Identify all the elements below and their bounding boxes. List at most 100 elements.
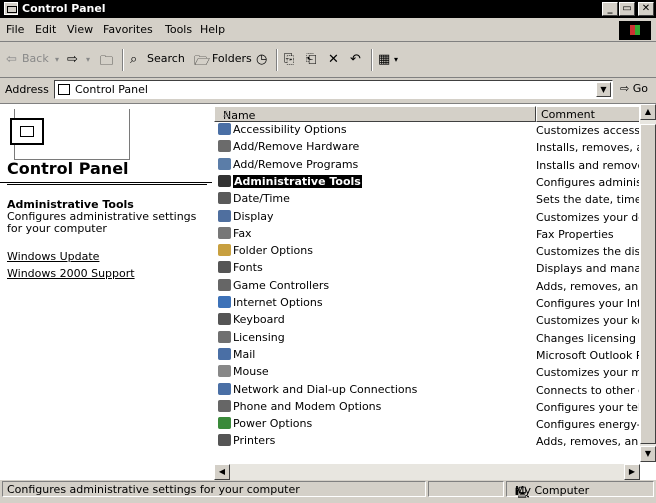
column-header-name[interactable]: Name △: [214, 106, 536, 122]
sort-ascending-icon: △: [223, 109, 230, 119]
scroll-right-button[interactable]: ▶: [624, 464, 640, 480]
item-comment: Changes licensing o...: [536, 331, 640, 345]
list-item[interactable]: Fonts Displays and manag...: [214, 260, 640, 277]
toolbar-separator: [122, 49, 124, 71]
toolbar-separator: [371, 49, 373, 71]
column-header-comment[interactable]: Comment: [536, 106, 640, 122]
close-button[interactable]: ✕: [638, 2, 654, 16]
menu-favorites[interactable]: Favorites: [103, 23, 153, 36]
control-panel-icon: [4, 2, 18, 15]
fonts-icon: [218, 261, 231, 274]
folders-icon[interactable]: 🗁: [194, 52, 210, 74]
go-label: Go: [632, 82, 648, 95]
vertical-scrollbar[interactable]: ▲ ▼: [639, 104, 656, 462]
item-comment: Connects to other c...: [536, 383, 640, 397]
list-item[interactable]: Add/Remove Hardware Installs, removes, a.…: [214, 139, 640, 156]
list-item[interactable]: Game Controllers Adds, removes, an...: [214, 278, 640, 295]
item-name: Mouse: [233, 365, 269, 379]
item-comment: Customizes the disp...: [536, 245, 640, 259]
windows-logo-icon: [619, 21, 651, 40]
views-icon[interactable]: ▦: [378, 52, 390, 67]
address-field[interactable]: Control Panel ▼: [54, 80, 613, 99]
horizontal-scrollbar[interactable]: ◀ ▶: [214, 464, 640, 480]
scroll-down-button[interactable]: ▼: [640, 446, 656, 462]
list-item[interactable]: Network and Dial-up Connections Connects …: [214, 382, 640, 399]
accessibility-icon: [218, 123, 231, 135]
list-item[interactable]: Power Options Configures energy-...: [214, 416, 640, 433]
history-icon[interactable]: ◷: [256, 52, 267, 67]
minimize-button[interactable]: _: [602, 2, 618, 16]
views-dropdown-icon[interactable]: ▾: [394, 55, 398, 64]
scroll-left-button[interactable]: ◀: [214, 464, 230, 480]
menu-file[interactable]: File: [6, 23, 24, 36]
printer-icon: [218, 434, 231, 447]
go-button[interactable]: ⇨ Go: [620, 82, 648, 95]
item-comment: Displays and manag...: [536, 262, 640, 276]
list-item[interactable]: Add/Remove Programs Installs and remove..…: [214, 157, 640, 174]
list-item[interactable]: Fax Fax Properties: [214, 226, 640, 243]
scroll-thumb[interactable]: [640, 124, 656, 444]
menu-tools[interactable]: Tools: [165, 23, 192, 36]
list-item[interactable]: Licensing Changes licensing o...: [214, 330, 640, 347]
search-icon[interactable]: ⌕: [130, 52, 137, 67]
menu-bar: File Edit View Favorites Tools Help: [0, 19, 656, 42]
back-arrow-icon[interactable]: ⇦: [6, 52, 17, 67]
list-item[interactable]: Accessibility Options Customizes accessi.…: [214, 122, 640, 139]
item-name-cell: Phone and Modem Options: [218, 399, 381, 415]
list-item[interactable]: Keyboard Customizes your ke...: [214, 312, 640, 329]
item-comment: Customizes your mo...: [536, 366, 640, 380]
move-to-icon[interactable]: ⎘: [284, 52, 294, 67]
address-dropdown-button[interactable]: ▼: [596, 82, 611, 97]
item-comment: Adds, removes, an...: [536, 435, 640, 449]
menu-view[interactable]: View: [67, 23, 93, 36]
up-folder-icon[interactable]: 🗀: [100, 52, 113, 74]
list-item[interactable]: Internet Options Configures your Int...: [214, 295, 640, 312]
forward-arrow-icon[interactable]: ⇨: [67, 52, 78, 67]
item-comment: Microsoft Outlook P...: [536, 348, 640, 362]
maximize-button[interactable]: ▭: [619, 2, 635, 16]
item-comment: Installs and remove...: [536, 158, 640, 172]
file-list: Name △ Comment Accessibility Options Cust…: [214, 104, 656, 480]
item-name-cell: Mouse: [218, 365, 269, 380]
list-item[interactable]: Administrative Tools Configures administ.…: [214, 174, 640, 191]
list-item[interactable]: Phone and Modem Options Configures your t…: [214, 399, 640, 416]
folders-button[interactable]: Folders: [212, 52, 252, 65]
item-name: Licensing: [233, 330, 285, 344]
list-item[interactable]: Mail Microsoft Outlook P...: [214, 347, 640, 364]
copy-to-icon[interactable]: ⎗: [306, 52, 316, 67]
list-item[interactable]: Date/Time Sets the date, time,...: [214, 191, 640, 208]
back-dropdown-icon[interactable]: ▾: [55, 55, 59, 64]
list-item[interactable]: Display Customizes your de...: [214, 209, 640, 226]
status-blank-panel: [428, 481, 504, 497]
item-comment: Installs, removes, a...: [536, 141, 640, 155]
item-name-cell: Display: [218, 209, 274, 225]
joystick-icon: [218, 278, 231, 291]
hardware-icon: [218, 140, 231, 153]
list-item[interactable]: Printers Adds, removes, an...: [214, 433, 640, 450]
mouse-icon: [218, 365, 231, 378]
windows-update-link[interactable]: Windows Update: [7, 250, 99, 263]
item-name-cell: Printers: [218, 434, 275, 449]
status-bar: Configures administrative settings for y…: [0, 480, 656, 499]
item-name-cell: Fax: [218, 226, 252, 242]
list-item[interactable]: Folder Options Customizes the disp...: [214, 243, 640, 260]
search-button[interactable]: Search: [147, 52, 185, 65]
phone-icon: [218, 399, 231, 412]
item-name-cell: Power Options: [218, 417, 312, 432]
control-panel-window: Control Panel _ ▭ ✕ File Edit View Favor…: [0, 0, 656, 499]
menu-edit[interactable]: Edit: [35, 23, 56, 36]
back-button[interactable]: Back: [22, 52, 49, 65]
windows-2000-support-link[interactable]: Windows 2000 Support: [7, 267, 135, 280]
keyboard-icon: [218, 313, 231, 326]
item-name: Network and Dial-up Connections: [233, 382, 418, 396]
list-item[interactable]: Mouse Customizes your mo...: [214, 364, 640, 381]
menu-help[interactable]: Help: [200, 23, 225, 36]
item-name-cell: Keyboard: [218, 313, 285, 328]
item-name: Game Controllers: [233, 278, 330, 292]
scroll-up-button[interactable]: ▲: [640, 104, 656, 120]
title-bar[interactable]: Control Panel _ ▭ ✕: [0, 0, 656, 18]
forward-dropdown-icon[interactable]: ▾: [86, 55, 90, 64]
undo-icon[interactable]: ↶: [350, 52, 361, 67]
delete-icon[interactable]: ✕: [328, 52, 339, 67]
item-name-cell: Date/Time: [218, 192, 290, 207]
